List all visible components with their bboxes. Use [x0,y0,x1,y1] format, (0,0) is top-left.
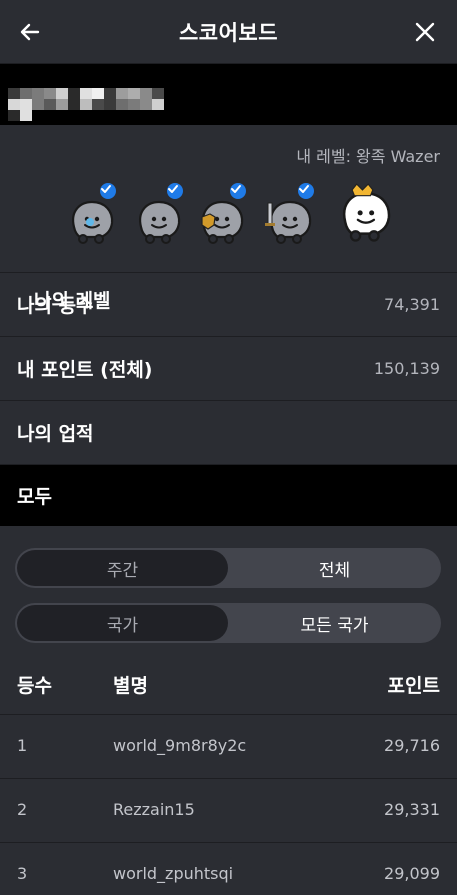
my-level-value: 내 레벨: 왕족 Wazer [296,147,440,166]
my-level-section: 나의 레벨 내 레벨: 왕족 Wazer [0,125,457,312]
row-rank: 1 [17,736,28,755]
grown-up-wazer-icon[interactable] [133,181,185,249]
baby-wazer-icon[interactable] [66,181,118,249]
section-title: 모두 [17,486,52,508]
check-badge-icon [98,181,118,201]
period-all-option[interactable]: 전체 [228,548,441,588]
page-title: 스코어보드 [178,20,279,45]
table-row[interactable]: 3 world_zpuhtsqi 29,099 [0,843,457,895]
check-badge-icon [228,181,248,201]
royalty-wazer-icon[interactable] [336,183,391,242]
back-button[interactable] [10,12,50,52]
table-row[interactable]: 2 Rezzain15 29,331 [0,779,457,843]
knight-wazer-icon[interactable] [264,181,316,249]
close-icon [415,22,435,42]
arrow-left-icon [20,23,40,41]
period-toggle[interactable]: 주간 전체 [15,548,441,588]
region-toggle[interactable]: 국가 모든 국가 [15,603,441,643]
my-achievements-label: 나의 업적 [17,423,94,445]
table-header: 등수 별명 포인트 [0,655,457,715]
table-row[interactable]: 1 world_9m8r8y2c 29,716 [0,715,457,779]
header-nickname: 별명 [113,675,148,697]
row-points: 29,331 [384,800,440,819]
row-nickname: world_zpuhtsqi [113,864,234,883]
my-points-label: 내 포인트 (전체) [17,359,153,381]
my-points-row[interactable]: 내 포인트 (전체) 150,139 [0,337,457,401]
my-rank-label: 나의 등수 [17,295,94,317]
region-country-option[interactable]: 국가 [17,605,228,641]
period-weekly-option[interactable]: 주간 [17,550,228,586]
warrior-wazer-icon[interactable] [196,181,248,249]
check-badge-icon [296,181,316,201]
blurred-username [8,88,174,121]
section-header: 모두 [0,465,457,526]
row-rank: 3 [17,864,28,883]
my-rank-value: 74,391 [384,295,440,314]
top-bar: 스코어보드 [0,0,457,64]
row-nickname: world_9m8r8y2c [113,736,247,755]
header-rank: 등수 [17,675,52,697]
level-badges [0,181,457,253]
close-button[interactable] [405,12,445,52]
row-points: 29,099 [384,864,440,883]
my-rank-row[interactable]: 나의 등수 74,391 [0,273,457,337]
header-points: 포인트 [387,675,440,697]
row-points: 29,716 [384,736,440,755]
row-rank: 2 [17,800,28,819]
my-points-value: 150,139 [373,359,440,378]
my-achievements-row[interactable]: 나의 업적 [0,401,457,465]
region-all-countries-option[interactable]: 모든 국가 [228,603,441,643]
row-nickname: Rezzain15 [113,800,195,819]
check-badge-icon [165,181,185,201]
user-banner [0,64,457,125]
